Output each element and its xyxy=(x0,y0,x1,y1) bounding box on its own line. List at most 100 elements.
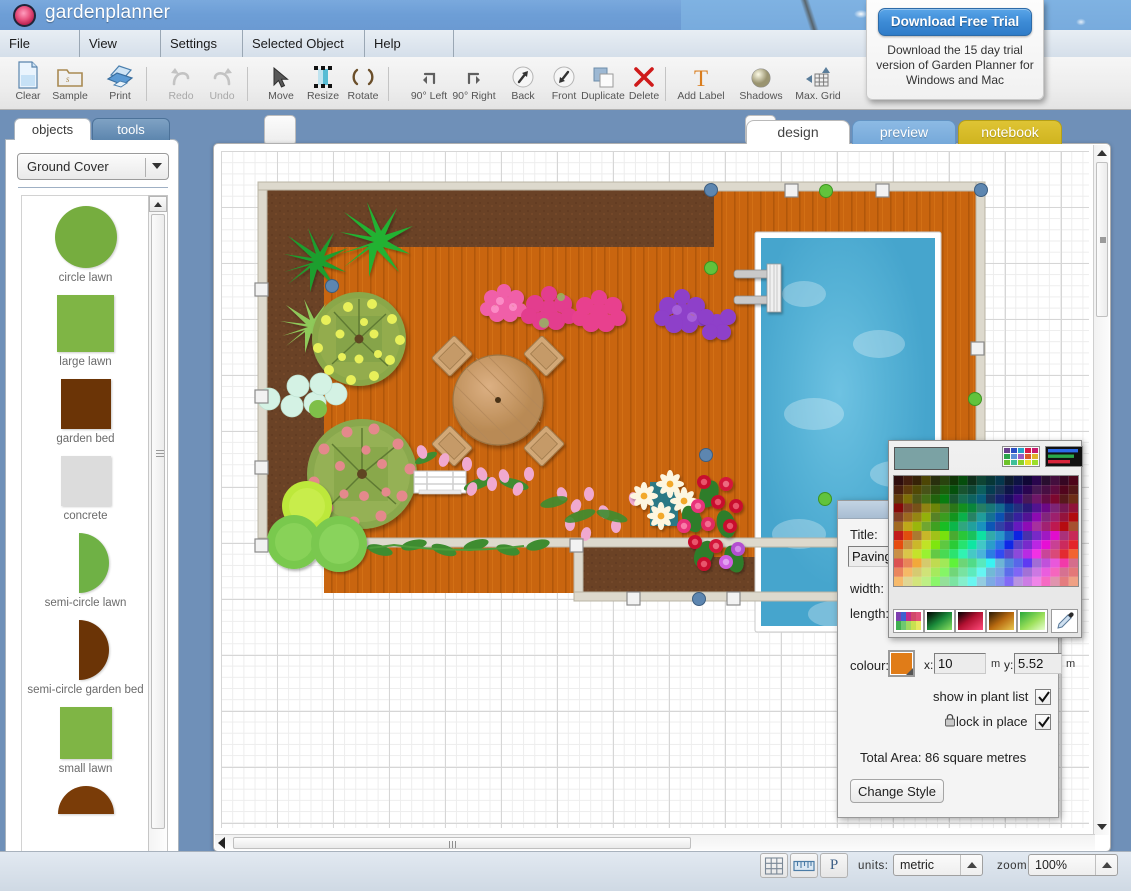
grid-toggle-button[interactable] xyxy=(760,853,788,878)
scrollbar-thumb[interactable] xyxy=(1096,162,1108,317)
max-grid-icon xyxy=(792,59,844,89)
lock-in-place-checkbox[interactable] xyxy=(1035,714,1051,730)
toolbar-delete-label: Delete xyxy=(628,90,660,102)
ruler-toggle-button[interactable] xyxy=(790,853,818,878)
units-label: units: xyxy=(858,860,889,872)
preset-swatch-0[interactable] xyxy=(893,609,924,633)
tab-design[interactable]: design xyxy=(746,120,850,144)
chevron-down-icon xyxy=(152,163,162,169)
colour-swatch-button[interactable] xyxy=(888,650,915,677)
list-item[interactable]: garden bed xyxy=(22,369,148,446)
svg-text:s: s xyxy=(66,74,70,84)
preset-swatch-3[interactable] xyxy=(986,609,1017,633)
garden-bench xyxy=(413,470,467,495)
length-label: length: xyxy=(850,606,890,621)
scroll-up-arrow-icon[interactable] xyxy=(149,196,167,212)
svg-text:T: T xyxy=(694,66,708,89)
y-input[interactable]: 5.52 xyxy=(1014,653,1062,674)
color-preview-swatch xyxy=(894,447,949,470)
object-list[interactable]: circle lawn large lawn garden bed concre… xyxy=(21,195,148,870)
scrollbar-thumb[interactable] xyxy=(233,837,691,849)
flower-logo-icon xyxy=(13,4,36,27)
toolbar-rotate-right-label: 90° Right xyxy=(452,90,496,102)
printer-icon xyxy=(94,59,146,89)
toolbar-rotate-label: Rotate xyxy=(347,90,379,102)
eyedropper-icon[interactable] xyxy=(1051,609,1078,633)
toolbar-separator-4 xyxy=(665,67,666,101)
download-free-trial-button[interactable]: Download Free Trial xyxy=(877,8,1033,36)
undo-arrow-icon xyxy=(196,59,248,89)
rgb-sliders-tab-icon[interactable] xyxy=(1045,446,1083,467)
toolbar-undo-button[interactable]: Undo xyxy=(196,59,248,108)
plant-list-button[interactable]: P xyxy=(820,853,848,878)
left-panel: objects tools Ground Cover circle lawn l… xyxy=(5,118,179,883)
menu-file[interactable]: File xyxy=(0,30,80,57)
toolbar-delete-button[interactable]: Delete xyxy=(618,59,670,108)
list-item[interactable]: small lawn xyxy=(22,697,148,776)
list-item[interactable]: circle lawn xyxy=(22,196,148,285)
move-tool-selected-frame xyxy=(264,115,296,146)
toolbar-sample-button[interactable]: s Sample xyxy=(44,59,96,108)
scrollbar-thumb[interactable] xyxy=(151,214,165,829)
app-title: gardenplanner xyxy=(45,2,171,23)
menu-selected-object[interactable]: Selected Object xyxy=(243,30,365,57)
menu-view[interactable]: View xyxy=(80,30,161,57)
change-style-button[interactable]: Change Style xyxy=(850,779,944,803)
list-item[interactable] xyxy=(22,776,148,814)
toolbar-max-grid-button[interactable]: Max. Grid xyxy=(792,59,844,108)
zoom-select-arrow[interactable] xyxy=(1095,855,1117,875)
width-label: width: xyxy=(850,581,884,596)
canvas-vertical-scrollbar[interactable] xyxy=(1093,145,1109,835)
toolbar-rotate-right-button[interactable]: 90° Right xyxy=(448,59,500,108)
units-select[interactable]: metric xyxy=(893,854,983,876)
category-select[interactable]: Ground Cover xyxy=(17,153,169,180)
tab-notebook[interactable]: notebook xyxy=(958,120,1062,144)
list-item[interactable]: semi-circle lawn xyxy=(22,523,148,610)
preset-swatch-1[interactable] xyxy=(924,609,955,633)
menu-settings[interactable]: Settings xyxy=(161,30,243,57)
category-select-value: Ground Cover xyxy=(27,159,109,174)
toolbar-max-grid-label: Max. Grid xyxy=(795,90,841,102)
list-item[interactable]: concrete xyxy=(22,446,148,523)
canvas-horizontal-scrollbar[interactable] xyxy=(215,834,1095,850)
tab-objects[interactable]: objects xyxy=(14,118,91,140)
small-shrub xyxy=(309,400,327,418)
x-input[interactable]: 10 xyxy=(934,653,986,674)
toolbar-undo-label: Undo xyxy=(209,90,235,102)
text-label-icon: T xyxy=(673,59,729,89)
padlock-icon xyxy=(944,713,956,730)
round-table xyxy=(452,354,544,446)
shadows-sphere-icon xyxy=(735,59,787,89)
toolbar-rotate-button[interactable]: Rotate xyxy=(337,59,389,108)
zoom-select[interactable]: 100% xyxy=(1028,854,1118,876)
scroll-up-arrow-icon[interactable] xyxy=(1094,145,1110,161)
scroll-down-arrow-icon[interactable] xyxy=(1094,819,1110,835)
category-divider xyxy=(145,158,146,177)
color-picker-panel xyxy=(888,440,1083,638)
toolbar-shadows-label: Shadows xyxy=(739,90,783,102)
tab-preview[interactable]: preview xyxy=(852,120,956,144)
object-label: circle lawn xyxy=(58,272,113,284)
panel-divider xyxy=(18,187,168,188)
show-in-plant-list-checkbox[interactable] xyxy=(1035,689,1051,705)
toolbar-shadows-button[interactable]: Shadows xyxy=(735,59,787,108)
toolbar-add-label-button[interactable]: T Add Label xyxy=(673,59,729,108)
swatches-tab-icon[interactable] xyxy=(1002,446,1040,467)
list-item[interactable]: large lawn xyxy=(22,285,148,369)
scrollbar-grip xyxy=(156,450,164,459)
scrollbar-grip xyxy=(449,841,458,848)
list-item[interactable]: semi-circle garden bed xyxy=(22,610,148,697)
preset-swatch-2[interactable] xyxy=(955,609,986,633)
menu-help[interactable]: Help xyxy=(365,30,454,57)
object-list-scrollbar[interactable] xyxy=(148,195,168,870)
toolbar-print-label: Print xyxy=(109,90,131,102)
color-grid[interactable] xyxy=(893,475,1079,587)
units-select-arrow[interactable] xyxy=(960,855,982,875)
toolbar-separator-3 xyxy=(388,67,389,101)
object-label: semi-circle garden bed xyxy=(27,684,144,696)
tab-tools[interactable]: tools xyxy=(92,118,170,140)
preset-swatch-4[interactable] xyxy=(1017,609,1048,633)
scroll-left-arrow-icon[interactable] xyxy=(218,837,225,849)
ruler-icon xyxy=(793,860,815,871)
toolbar-print-button[interactable]: Print xyxy=(94,59,146,108)
